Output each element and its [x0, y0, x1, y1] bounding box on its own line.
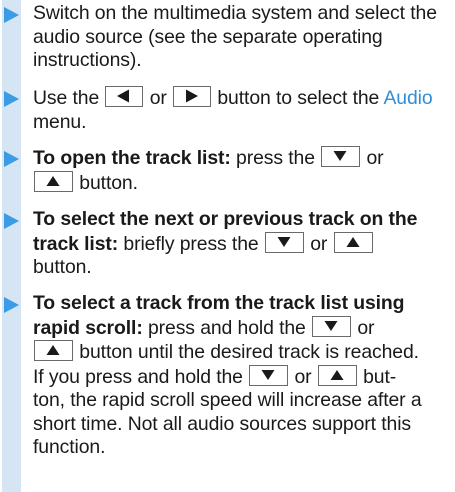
- step-text: To open the track list: press the or but…: [33, 146, 448, 195]
- step-text-mid: or: [149, 87, 167, 109]
- step-note: If you press and hold the or but- ton, t…: [33, 364, 448, 460]
- note-text-pre: If you press and hold the: [33, 365, 243, 388]
- note-text-post-b: ton, the rapid scroll speed will increas…: [33, 389, 422, 458]
- step-text: Switch on the multimedia system and sele…: [33, 2, 448, 73]
- up-arrow-button-icon: [317, 364, 357, 386]
- bullet-arrow-icon: [4, 151, 19, 167]
- note-text-post-a: but-: [363, 365, 397, 388]
- bullet-arrow-icon: [4, 213, 19, 229]
- step-text-post: button.: [33, 256, 92, 278]
- note-text-mid: or: [294, 365, 312, 388]
- down-arrow-button-icon: [321, 146, 361, 167]
- bullet-arrow-icon: [4, 91, 19, 107]
- step-text-end: menu.: [33, 110, 87, 133]
- step-heading: To open the track list:: [33, 147, 231, 169]
- up-arrow-button-icon: [34, 340, 73, 361]
- up-arrow-button-icon: [333, 231, 373, 253]
- bullet-arrow-icon: [4, 297, 19, 313]
- step-text-mid: or: [357, 316, 375, 339]
- step-text-mid: or: [366, 147, 384, 169]
- step-text-pre: briefly press the: [123, 232, 259, 255]
- down-arrow-button-icon: [249, 364, 289, 386]
- step-body: Switch on the multimedia system and sele…: [33, 2, 437, 71]
- step-text: To select a track from the track list us…: [33, 292, 448, 460]
- margin-bar: [2, 0, 21, 492]
- bullet-arrow-icon: [4, 7, 19, 23]
- step-text-post: button.: [79, 171, 138, 194]
- step-text-post: button until the desired track is reache…: [79, 341, 419, 363]
- audio-menu-link[interactable]: Audio: [383, 87, 432, 109]
- left-arrow-button-icon: [105, 86, 144, 107]
- step-text: To select the next or previous track on …: [33, 208, 448, 280]
- step-text-mid: or: [310, 232, 328, 255]
- step-text: Use the or button to select the Audio me…: [33, 86, 448, 134]
- down-arrow-button-icon: [264, 231, 304, 253]
- right-arrow-button-icon: [173, 86, 212, 107]
- down-arrow-button-icon: [312, 315, 352, 337]
- step-text-pre: press and hold the: [147, 316, 306, 339]
- step-text-pre: Use the: [33, 87, 100, 109]
- up-arrow-button-icon: [34, 170, 73, 192]
- step-text-pre: press the: [236, 147, 315, 169]
- manual-page: Switch on the multimedia system and sele…: [0, 0, 455, 492]
- step-text-post: button to select the: [217, 87, 380, 109]
